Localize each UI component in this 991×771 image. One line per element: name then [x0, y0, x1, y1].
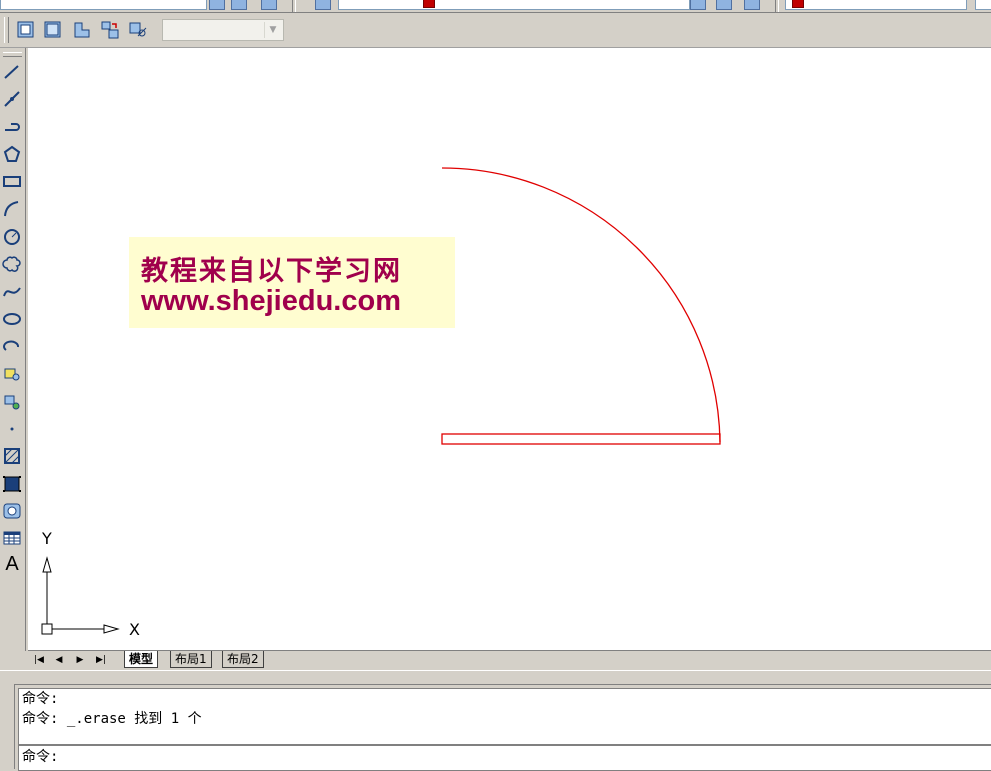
ucs-y-label: Y — [42, 529, 52, 548]
revision-cloud-tool-button[interactable] — [2, 254, 22, 274]
viewport-dialog-button[interactable] — [16, 20, 36, 40]
single-viewport-button[interactable] — [43, 20, 63, 40]
polygon-icon — [3, 145, 21, 162]
circle-icon — [4, 229, 20, 245]
tab-layout1[interactable]: 布局1 — [170, 651, 212, 668]
gradient-icon — [3, 476, 21, 492]
color-control-combo[interactable] — [785, 0, 967, 10]
watermark-title: 教程来自以下学习网 — [141, 256, 402, 287]
viewport-clip-icon — [74, 22, 90, 38]
insert-block-icon — [4, 368, 20, 381]
drawing-canvas[interactable]: Y X 教程来自以下学习网 www.shejiedu.com — [28, 48, 991, 650]
door-leaf-rectangle[interactable] — [441, 433, 721, 445]
first-tab-button[interactable]: |◀ — [32, 653, 46, 667]
viewport-1-icon — [17, 21, 34, 38]
hatch-icon — [4, 448, 20, 464]
ellipse-icon — [3, 313, 21, 325]
gradient-tool-button[interactable] — [2, 474, 22, 494]
arc-icon — [4, 201, 19, 217]
ellipse-tool-button[interactable] — [2, 309, 22, 329]
linetype-combo[interactable] — [975, 0, 991, 10]
watermark-banner: 教程来自以下学习网 www.shejiedu.com — [129, 237, 455, 328]
spline-icon — [3, 287, 21, 297]
viewport-single-icon — [44, 21, 61, 38]
make-block-icon — [4, 395, 20, 410]
make-current-icon[interactable] — [690, 0, 706, 10]
table-icon — [3, 531, 21, 545]
last-tab-button[interactable]: ▶| — [94, 653, 108, 667]
spline-tool-button[interactable] — [2, 282, 22, 302]
layer-match-icon[interactable] — [716, 0, 732, 10]
command-history-line: 命令: _.erase 找到 1 个 — [22, 711, 202, 727]
circle-tool-button[interactable] — [2, 227, 22, 247]
multiline-text-icon: A — [5, 553, 19, 575]
layer-color-icon — [423, 0, 435, 8]
prev-tab-button[interactable]: ◀ — [52, 653, 66, 667]
tab-label: 布局1 — [175, 652, 207, 666]
draw-toolbar: A — [0, 48, 26, 651]
tab-label: 布局2 — [227, 652, 259, 666]
rectangle-tool-button[interactable] — [2, 172, 22, 192]
polygon-tool-button[interactable] — [2, 144, 22, 164]
ucs-x-label: X — [129, 620, 140, 639]
toolbar-grip[interactable] — [4, 17, 9, 43]
door-swing-arc[interactable] — [441, 167, 721, 443]
line-icon — [4, 65, 19, 79]
viewports-toolbar: ▼ — [0, 13, 991, 48]
point-icon — [10, 427, 14, 431]
chevron-down-icon[interactable]: ▼ — [264, 22, 281, 38]
layer-combo[interactable] — [0, 0, 207, 10]
next-tab-button[interactable]: ▶ — [73, 653, 87, 667]
layer-previous-2-icon[interactable] — [744, 0, 760, 10]
viewport-properties-icon — [129, 22, 147, 37]
properties-toolbar — [0, 0, 991, 13]
make-block-tool-button[interactable] — [2, 392, 22, 412]
layers-icon[interactable] — [315, 0, 331, 10]
ellipse-arc-tool-button[interactable] — [2, 337, 22, 357]
clip-viewport-button[interactable] — [128, 20, 148, 40]
layer-manager-icon[interactable] — [231, 0, 247, 10]
watermark-url: www.shejiedu.com — [141, 285, 401, 317]
construction-line-tool-button[interactable] — [2, 89, 22, 109]
layer-previous-icon[interactable] — [261, 0, 277, 10]
tab-label: 模型 — [129, 652, 154, 666]
revision-cloud-icon — [2, 256, 21, 272]
region-icon — [3, 503, 21, 519]
command-prompt: 命令: — [22, 749, 59, 765]
tab-layout2[interactable]: 布局2 — [222, 651, 264, 668]
viewport-scale-combo[interactable]: ▼ — [162, 19, 284, 41]
viewport-tile-icon — [101, 21, 119, 39]
region-tool-button[interactable] — [2, 501, 22, 521]
layer-state-icon[interactable] — [209, 0, 225, 10]
ellipse-arc-icon — [3, 340, 19, 351]
command-history[interactable]: 命令: 命令: _.erase 找到 1 个 — [18, 688, 991, 745]
hatch-tool-button[interactable] — [2, 446, 22, 466]
rectangle-icon — [3, 176, 21, 187]
convert-object-viewport-button[interactable] — [100, 20, 120, 40]
polyline-tool-button[interactable] — [2, 117, 22, 137]
multiline-text-tool-button[interactable]: A — [2, 554, 22, 574]
layer-select-combo[interactable] — [338, 0, 690, 10]
table-tool-button[interactable] — [2, 528, 22, 548]
insert-block-tool-button[interactable] — [2, 364, 22, 384]
construction-line-icon — [4, 91, 20, 107]
polyline-icon — [5, 123, 20, 131]
command-window-splitter[interactable] — [0, 670, 991, 685]
polygonal-viewport-button[interactable] — [72, 20, 92, 40]
command-window: 命令: 命令: _.erase 找到 1 个 命令: — [14, 684, 991, 771]
tab-model[interactable]: 模型 — [124, 651, 159, 668]
toolbar-grip[interactable] — [3, 52, 22, 57]
drawing-svg — [41, 167, 721, 635]
layout-tab-bar: |◀ ◀ ▶ ▶| 模型 布局1 布局2 — [28, 650, 991, 670]
command-history-line: 命令: — [22, 691, 59, 707]
line-tool-button[interactable] — [2, 62, 22, 82]
arc-tool-button[interactable] — [2, 199, 22, 219]
ucs-icon — [41, 556, 120, 635]
bylayer-color-icon — [792, 0, 804, 8]
command-input[interactable]: 命令: — [18, 745, 991, 771]
point-tool-button[interactable] — [2, 419, 22, 439]
